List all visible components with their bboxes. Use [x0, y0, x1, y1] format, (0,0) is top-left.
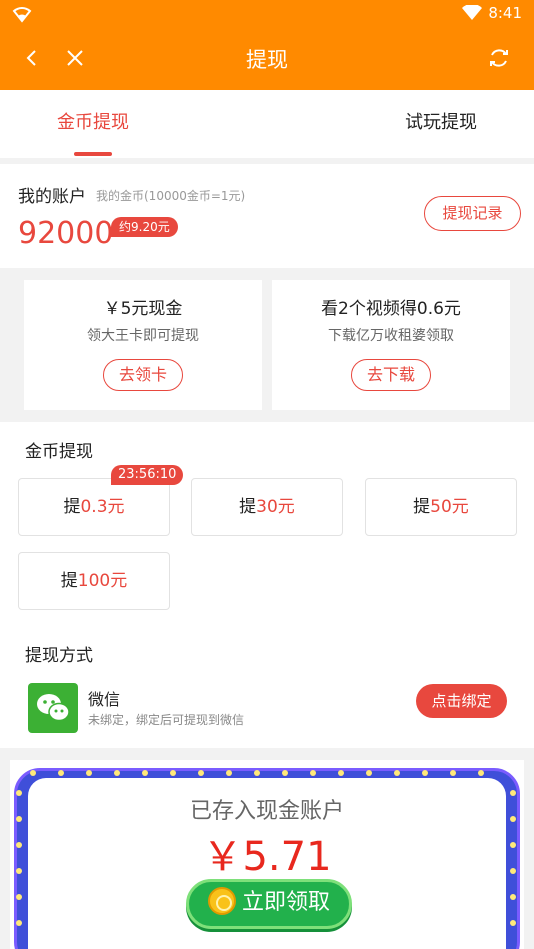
page-title: 提现	[246, 48, 288, 72]
coin-balance: 92000	[18, 216, 114, 251]
promo-desc: 领大王卡即可提现	[87, 328, 199, 344]
frame-light-dot	[338, 770, 344, 776]
frame-light-dot	[58, 770, 64, 776]
top-bar: 提现	[0, 28, 534, 90]
active-tab-indicator	[74, 152, 112, 156]
frame-light-dot	[310, 770, 316, 776]
option-amount: 100元	[77, 571, 128, 591]
frame-light-dot	[86, 770, 92, 776]
frame-light-dot	[16, 920, 22, 926]
option-amount: 50元	[430, 497, 469, 517]
bind-wechat-button[interactable]: 点击绑定	[416, 684, 507, 718]
frame-light-dot	[450, 770, 456, 776]
withdraw-option-1[interactable]: 提30元	[191, 478, 343, 536]
promo-desc: 下载亿万收租婆领取	[328, 328, 454, 344]
frame-light-dot	[366, 770, 372, 776]
option-amount: 0.3元	[80, 497, 125, 517]
frame-light-dot	[170, 770, 176, 776]
frame-light-dot	[226, 770, 232, 776]
account-title: 我的账户	[18, 187, 86, 207]
tab-bar: 金币提现 试玩提现	[0, 90, 534, 158]
frame-light-dot	[198, 770, 204, 776]
wifi-icon	[12, 7, 32, 23]
option-prefix: 提	[63, 497, 81, 517]
frame-light-dot	[142, 770, 148, 776]
withdraw-option-0[interactable]: 提0.3元	[18, 478, 170, 536]
coin-icon	[207, 887, 236, 915]
withdraw-method-title: 提现方式	[25, 646, 93, 666]
claim-button[interactable]: 立即领取	[186, 879, 352, 929]
option-prefix: 提	[413, 497, 431, 517]
download-button[interactable]: 去下载	[351, 359, 431, 391]
frame-light-dot	[394, 770, 400, 776]
status-bar: 8:41	[0, 0, 534, 28]
frame-light-dot	[478, 770, 484, 776]
wechat-icon	[28, 683, 78, 733]
claim-label: 立即领取	[241, 890, 330, 915]
frame-light-dot	[16, 894, 22, 900]
method-name: 微信	[88, 690, 121, 709]
frame-light-dot	[114, 770, 120, 776]
option-prefix: 提	[239, 497, 257, 517]
withdraw-page: 8:41 提现 金币提现 试玩提现 我的账户 我的金币(10000金币=1元) …	[0, 0, 534, 949]
frame-light-dot	[282, 770, 288, 776]
coin-rate-note: 我的金币(10000金币=1元)	[96, 189, 246, 203]
coin-withdraw-title: 金币提现	[25, 442, 93, 462]
frame-light-dot	[254, 770, 260, 776]
frame-light-dot	[422, 770, 428, 776]
tab-coin-withdraw[interactable]: 金币提现	[0, 90, 186, 158]
withdraw-record-button[interactable]: 提现记录	[424, 196, 521, 231]
promo-title: ￥5元现金	[103, 299, 183, 319]
withdraw-option-2[interactable]: 提50元	[365, 478, 517, 536]
approx-value-badge: 约9.20元	[111, 217, 178, 237]
frame-light-dot	[510, 894, 516, 900]
option-prefix: 提	[60, 571, 78, 591]
frame-light-dot	[30, 770, 36, 776]
clock: 8:41	[488, 4, 522, 22]
method-desc: 未绑定，绑定后可提现到微信	[88, 713, 245, 727]
reward-amount: ￥5.71	[202, 834, 332, 880]
countdown-badge: 23:56:10	[111, 465, 184, 485]
signal-icon	[462, 5, 483, 20]
get-card-button[interactable]: 去领卡	[103, 359, 183, 391]
promo-card-cash: ￥5元现金 领大王卡即可提现 去领卡	[24, 280, 262, 410]
option-amount: 30元	[256, 497, 295, 517]
promo-section: ￥5元现金 领大王卡即可提现 去领卡 看2个视频得0.6元 下载亿万收租婆领取 …	[0, 268, 534, 422]
promo-card-video: 看2个视频得0.6元 下载亿万收租婆领取 去下载	[272, 280, 510, 410]
refresh-icon[interactable]	[486, 45, 512, 71]
frame-light-dot	[510, 920, 516, 926]
withdraw-option-3[interactable]: 提100元	[18, 552, 170, 610]
tab-trial-withdraw[interactable]: 试玩提现	[348, 90, 534, 158]
reward-label: 已存入现金账户	[189, 799, 344, 824]
promo-title: 看2个视频得0.6元	[321, 299, 461, 319]
